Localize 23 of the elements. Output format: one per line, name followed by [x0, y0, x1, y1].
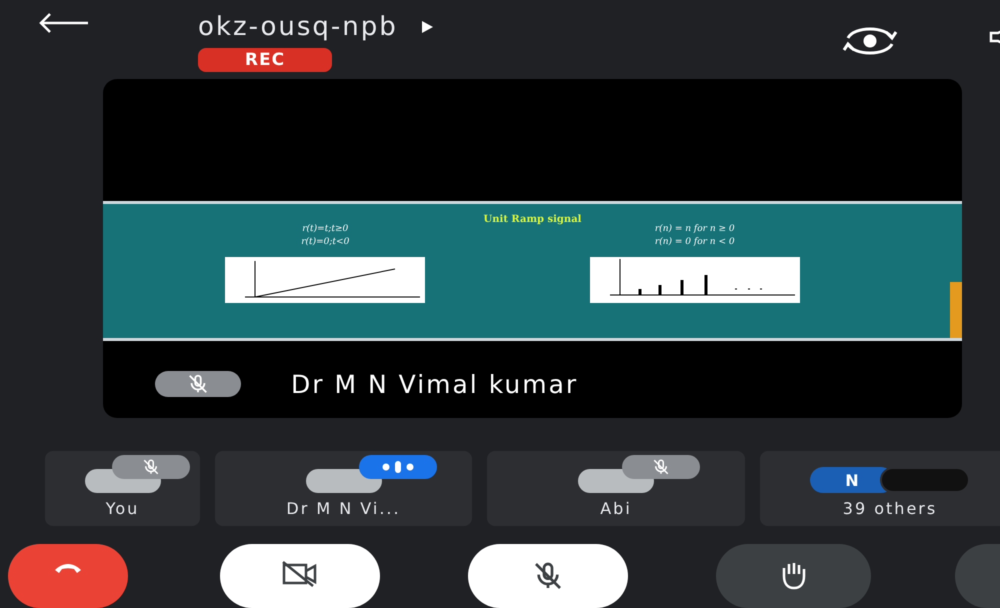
play-triangle-icon [422, 21, 433, 33]
mic-off-icon [142, 458, 160, 476]
participant-count: 39 others [842, 499, 938, 518]
participant-tile[interactable]: N 39 others [760, 451, 1000, 526]
mic-off-icon [187, 373, 209, 395]
formula-text: r(t)=t;t≥0 [302, 224, 348, 234]
participant-name: Abi [600, 499, 632, 518]
participant-tile[interactable]: Dr M N Vi... [215, 451, 472, 526]
participant-tile[interactable]: Abi [487, 451, 745, 526]
back-arrow-icon[interactable] [38, 12, 90, 34]
participant-name: Dr M N Vi... [286, 499, 401, 518]
switch-camera-icon[interactable] [842, 26, 898, 56]
mic-off-icon [652, 458, 670, 476]
recording-badge: REC [198, 48, 332, 72]
formula-text: r(t)=0;t<0 [301, 238, 350, 247]
formula-text: r(n) = n for n ≥ 0 [654, 224, 735, 234]
formula-text: r(n) = 0 for n < 0 [654, 238, 735, 247]
slide-title: Unit Ramp signal [484, 214, 582, 225]
participant-name: You [106, 499, 140, 518]
participant-tile[interactable]: You [45, 451, 200, 526]
meeting-code[interactable]: okz-ousq-npb [198, 12, 398, 42]
speaker-name: Dr M N Vimal kumar [291, 370, 578, 398]
slide-accent-bar [950, 282, 962, 338]
